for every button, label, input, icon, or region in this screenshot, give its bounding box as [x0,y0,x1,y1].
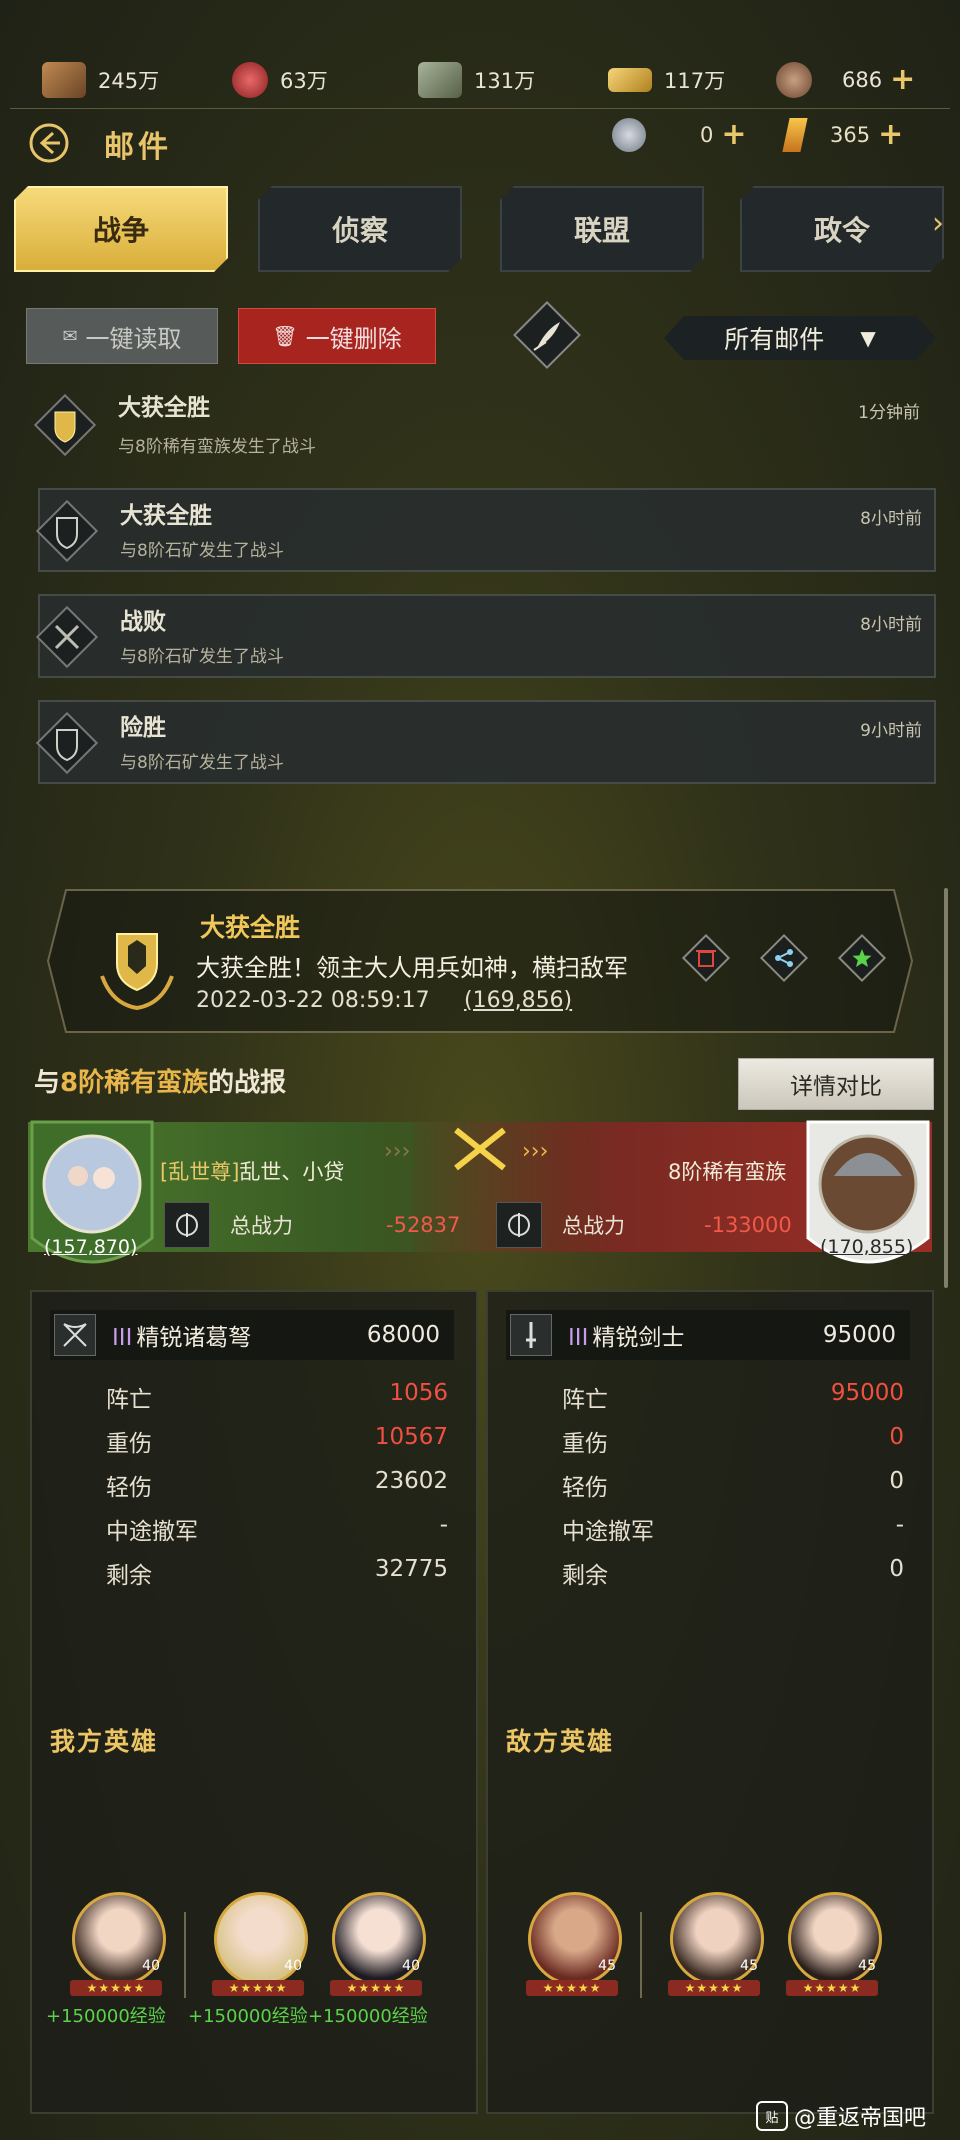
gold-bar-icon [608,68,652,92]
enemy-army-panel: III 精锐剑士 95000 阵亡 95000 重伤 0 轻伤 0 中途撤军 - … [486,1290,934,2114]
hero-card[interactable]: 40 ★★★★★ [330,1892,426,2002]
hero-card[interactable]: 45 ★★★★★ [668,1892,764,2002]
report-title: 大获全胜 [200,913,301,942]
resource-bar: 245万 63万 131万 117万 686 + [0,55,960,105]
unit-row: III 精锐诸葛弩 68000 [50,1310,454,1360]
crossed-swords-icon: ››› ››› [384,1127,548,1171]
attacker-name[interactable]: [乱世尊]乱世、小贷 [160,1156,344,1186]
my-heroes-title: 我方英雄 [50,1727,159,1756]
resource-wood[interactable]: 245万 [42,55,159,105]
report-power[interactable]: (169,856) [464,988,572,1013]
star-rating: ★★★★★ [212,1980,304,1996]
star-rating: ★★★★★ [786,1980,878,1996]
sword-icon [510,1314,552,1356]
tieba-logo-icon: 贴 [756,2101,788,2131]
envelope-icon: ✉ [62,325,78,347]
star-rating: ★★★★★ [668,1980,760,1996]
mail-item[interactable]: 战败 与8阶石矿发生了战斗 8小时前 [35,594,936,678]
resource-stone[interactable]: 131万 [418,55,535,105]
star-rating: ★★★★★ [70,1980,162,1996]
crystal-icon [782,118,808,152]
hero-card[interactable]: 45 ★★★★★ [786,1892,882,2002]
star-rating: ★★★★★ [330,1980,422,1996]
attacker-shield [30,1120,154,1264]
hero-card[interactable]: 45 ★★★★★ [526,1892,622,2002]
crossbow-icon [54,1314,96,1356]
stone-icon [418,62,462,98]
scrollbar[interactable] [944,888,948,1288]
divider [10,108,950,109]
mail-item[interactable]: 大获全胜 与8阶石矿发生了战斗 8小时前 [35,488,936,572]
defender-power: 总战力 -133000 [496,1200,792,1250]
tab-decree[interactable]: 政令 [740,186,944,272]
avatar [818,1134,918,1234]
avatar [42,1134,142,1234]
tab-war[interactable]: 战争 [14,186,228,272]
defender-level: (170,855) [820,1236,914,1258]
resource-coin[interactable]: 686 + [776,55,915,105]
add-coin-button[interactable]: + [890,65,915,95]
resource-gold[interactable]: 117万 [608,55,725,105]
wood-icon [42,62,86,98]
mail-filter-select[interactable]: 所有邮件 ▼ [664,316,936,360]
read-all-button[interactable]: ✉ 一键读取 [26,308,218,364]
gold-shield-icon [100,933,174,1011]
add-silver-button[interactable]: + [721,120,746,150]
report-time: 2022-03-22 08:59:17 [196,988,430,1013]
resource-crystal[interactable]: 365 + [782,118,903,152]
my-army-panel: III 精锐诸葛弩 68000 阵亡 1056 重伤 10567 轻伤 23602… [30,1290,478,2114]
svg-text:›››: ››› [522,1139,548,1164]
star-rating: ★★★★★ [526,1980,618,1996]
resource-meat[interactable]: 63万 [232,55,328,105]
defender-name: 8阶稀有蛮族 [668,1160,787,1184]
power-icon [164,1202,210,1248]
mail-item[interactable]: 大获全胜 与8阶稀有蛮族发生了战斗 1分钟前 [33,384,932,464]
divider [640,1912,642,1998]
back-icon[interactable] [28,122,70,164]
add-crystal-button[interactable]: + [878,120,903,150]
delete-report-button[interactable] [680,932,732,984]
silver-coin-icon [612,118,646,152]
watermark: 贴 @重返帝国吧 [756,2100,926,2132]
attacker-power: 总战力 -52837 [164,1200,460,1250]
attacker-level: (157,870) [44,1236,138,1258]
report-text: 大获全胜！领主大人用兵如神，横扫敌军 [196,954,628,982]
svg-text:›››: ››› [384,1139,410,1164]
tab-alliance[interactable]: 联盟 [500,186,704,272]
chevron-right-icon[interactable]: › [932,206,944,241]
delete-all-button[interactable]: 🗑 一键删除 [238,308,436,364]
quill-icon[interactable] [510,298,584,372]
battle-report-title: 与8阶稀有蛮族的战报 [34,1068,287,1098]
power-icon [496,1202,542,1248]
hero-card[interactable]: 40 ★★★★★ [70,1892,166,2002]
victory-badge-icon [33,393,97,457]
detail-compare-button[interactable]: 详情对比 [738,1058,934,1110]
meat-icon [232,62,268,98]
trash-icon: 🗑 [272,324,298,348]
caret-down-icon: ▼ [860,326,876,350]
unit-row: III 精锐剑士 95000 [506,1310,910,1360]
mail-item[interactable]: 险胜 与8阶石矿发生了战斗 9小时前 [35,700,936,784]
divider [184,1912,186,1998]
page-title: 邮件 [104,130,172,165]
defeat-badge-icon [35,605,99,669]
defender-shield [806,1120,930,1264]
share-icon[interactable] [758,932,810,984]
coin-icon [776,62,812,98]
tab-scout[interactable]: 侦察 [258,186,462,272]
hero-card[interactable]: 40 ★★★★★ [212,1892,308,2002]
resource-silver[interactable]: 0 + [612,118,747,152]
enemy-heroes-title: 敌方英雄 [506,1727,615,1756]
victory-badge-icon [35,499,99,563]
victory-badge-icon [35,711,99,775]
favorite-star-icon[interactable] [836,932,888,984]
